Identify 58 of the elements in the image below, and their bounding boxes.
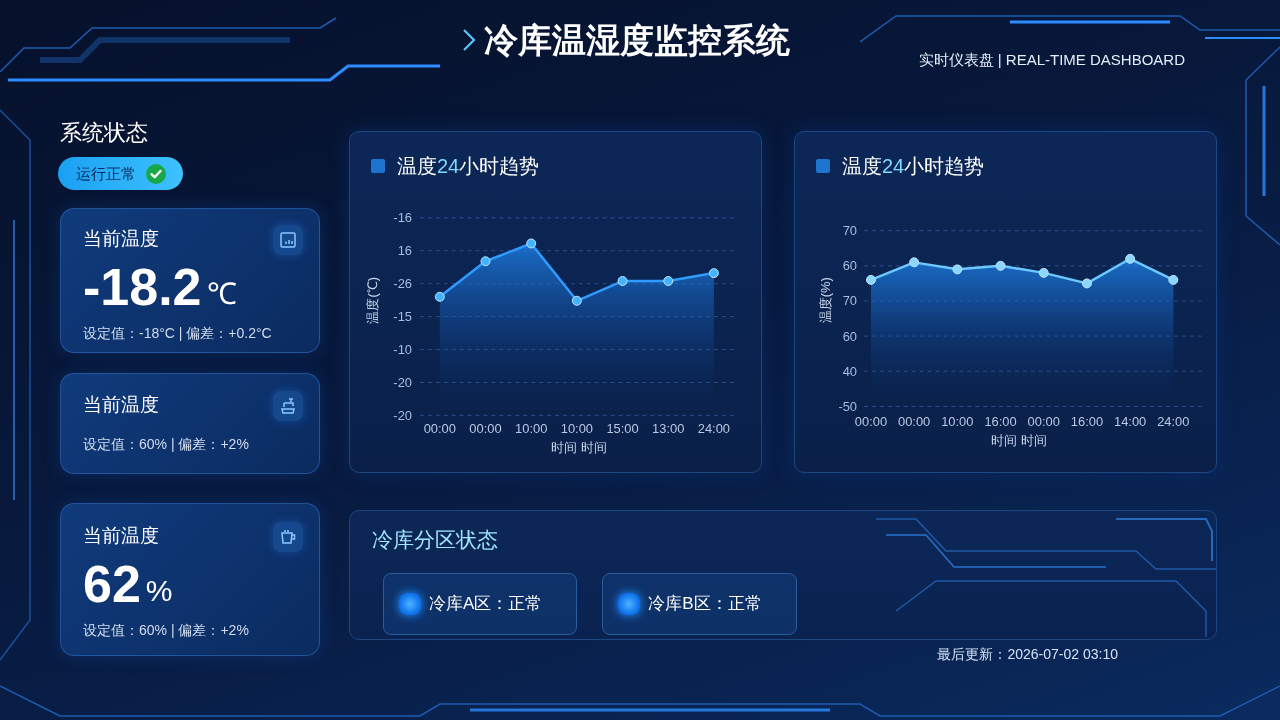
x-tick-label: 00:00 bbox=[898, 414, 931, 430]
y-tick-label: -15 bbox=[393, 309, 412, 325]
x-tick-label: 00:00 bbox=[854, 414, 888, 430]
chart-title: 温度24小时趋势 bbox=[842, 154, 985, 178]
reading-detail: 设定值：-18°C | 偏差：+0.2°C bbox=[83, 324, 272, 342]
reading-detail: 设定值：60% | 偏差：+2% bbox=[83, 621, 249, 639]
reading-title: 当前温度 bbox=[83, 525, 159, 547]
faucet-icon bbox=[273, 391, 303, 421]
dashboard-subtitle: 实时仪表盘 | REAL-TIME DASHBOARD bbox=[918, 50, 1185, 70]
status-label: 运行正常 bbox=[75, 163, 136, 184]
zone-status: 冷库A区：正常 bbox=[429, 593, 543, 615]
x-tick-label: 15:00 bbox=[606, 421, 639, 437]
x-tick-label: 16:00 bbox=[1070, 414, 1104, 430]
x-tick-label: 13:00 bbox=[652, 421, 685, 437]
section-title: 系统状态 bbox=[60, 119, 148, 147]
chevron-right-icon bbox=[462, 28, 476, 52]
y-axis-title: 温度(%) bbox=[818, 277, 834, 324]
x-tick-label: 00:00 bbox=[1027, 414, 1060, 430]
reading-title: 当前温度 bbox=[83, 228, 159, 250]
bar-chart-icon bbox=[273, 225, 303, 255]
cup-icon bbox=[273, 522, 303, 552]
reading-detail: 设定值：60% | 偏差：+2% bbox=[83, 435, 249, 453]
y-tick-label: -20 bbox=[393, 374, 412, 390]
page-title: 冷库温湿度监控系统 bbox=[484, 20, 790, 60]
y-tick-label: 16 bbox=[397, 243, 412, 259]
unit-label: ℃ bbox=[206, 277, 237, 311]
square-icon bbox=[816, 159, 830, 173]
x-tick-label: 10:00 bbox=[560, 421, 593, 437]
y-tick-label: 60 bbox=[842, 258, 858, 274]
y-tick-label: 70 bbox=[842, 223, 858, 239]
chart-title: 温度24小时趋势 bbox=[397, 154, 540, 178]
x-tick-label: 00:00 bbox=[423, 421, 456, 437]
last-updated: 最后更新：2026-07-02 03:10 bbox=[937, 645, 1118, 663]
x-axis-title: 时间 时间 bbox=[551, 440, 607, 456]
y-tick-label: 60 bbox=[842, 328, 858, 344]
y-axis-title: 温度(℃) bbox=[365, 276, 381, 324]
x-tick-label: 10:00 bbox=[941, 414, 974, 430]
x-tick-label: 16:00 bbox=[984, 414, 1017, 430]
square-icon bbox=[371, 159, 385, 173]
x-tick-label: 24:00 bbox=[1157, 414, 1190, 430]
x-tick-label: 00:00 bbox=[469, 421, 502, 437]
zone-status: 冷库B区：正常 bbox=[648, 593, 762, 615]
x-tick-label: 14:00 bbox=[1114, 414, 1147, 430]
y-tick-label: -20 bbox=[393, 407, 412, 423]
y-tick-label: 70 bbox=[842, 293, 858, 309]
y-tick-label: -26 bbox=[393, 276, 412, 292]
x-tick-label: 10:00 bbox=[515, 421, 548, 437]
y-tick-label: 40 bbox=[842, 363, 858, 379]
y-tick-label: -16 bbox=[393, 210, 412, 226]
y-tick-label: -10 bbox=[393, 342, 412, 357]
x-tick-label: 24:00 bbox=[697, 421, 731, 437]
y-tick-label: -50 bbox=[838, 398, 858, 414]
reading-title: 当前温度 bbox=[83, 394, 159, 416]
section-title: 冷库分区状态 bbox=[372, 527, 498, 553]
unit-label: % bbox=[145, 574, 173, 608]
reading-value: -18.2 bbox=[83, 261, 202, 313]
x-axis-title: 时间 时间 bbox=[991, 433, 1047, 449]
reading-value: 62 bbox=[83, 558, 141, 610]
